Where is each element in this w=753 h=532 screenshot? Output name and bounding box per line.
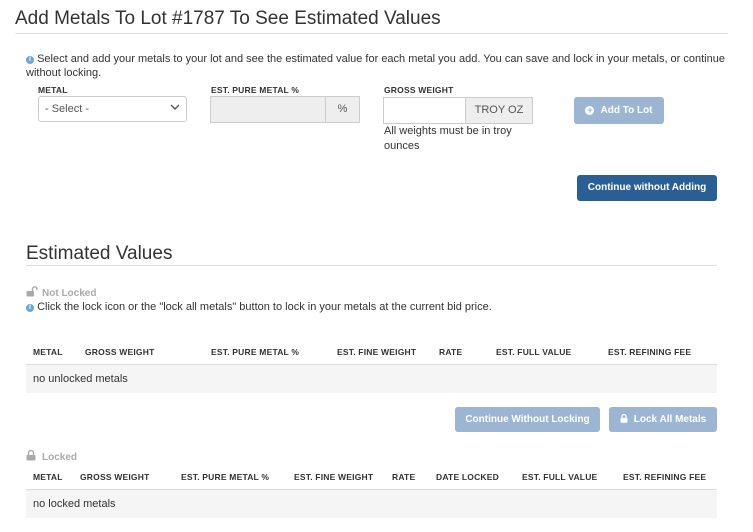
col-est-refining-fee: EST. REFINING FEE <box>623 472 707 482</box>
page-title: Add Metals To Lot #1787 To See Estimated… <box>15 8 441 29</box>
lock-note-text: Click the lock icon or the "lock all met… <box>37 301 492 313</box>
metal-select-value: - Select - <box>45 103 90 115</box>
estimated-divider <box>26 265 717 266</box>
locked-label: Locked <box>42 452 78 463</box>
title-divider <box>15 33 728 34</box>
add-to-lot-label: Add To Lot <box>600 105 653 116</box>
info-circle-icon: i <box>26 56 34 64</box>
estimated-values-title: Estimated Values <box>26 243 173 264</box>
intro-text: Select and add your metals to your lot a… <box>26 53 725 79</box>
col-est-full-value: EST. FULL VALUE <box>522 472 598 482</box>
col-est-pure-metal: EST. PURE METAL % <box>181 472 270 482</box>
continue-without-locking-button[interactable]: Continue Without Locking <box>455 407 600 432</box>
unlocked-empty-row: no unlocked metals <box>26 365 717 393</box>
continue-without-adding-button[interactable]: Continue without Adding <box>577 175 717 201</box>
unlock-icon[interactable] <box>26 286 38 297</box>
intro-text-block: i Select and add your metals to your lot… <box>26 52 726 80</box>
col-est-pure-metal: EST. PURE METAL % <box>211 347 300 357</box>
gross-weight-input[interactable] <box>383 97 466 124</box>
lock-icon <box>26 449 36 461</box>
metal-label: METAL <box>38 85 68 95</box>
col-est-refining-fee: EST. REFINING FEE <box>608 347 692 357</box>
col-date-locked: DATE LOCKED <box>436 472 499 482</box>
col-metal: METAL <box>33 347 63 357</box>
col-est-fine-weight: EST. FINE WEIGHT <box>337 347 417 357</box>
add-to-lot-button[interactable]: + Add To Lot <box>574 97 664 124</box>
col-metal: METAL <box>33 472 63 482</box>
pure-metal-label: EST. PURE METAL % <box>211 85 300 95</box>
weight-help-text: All weights must be in troy ounces <box>384 125 512 152</box>
percent-addon: % <box>325 96 360 123</box>
pure-metal-input <box>210 96 325 123</box>
troy-oz-addon: TROY OZ <box>465 97 533 124</box>
col-rate: RATE <box>439 347 463 357</box>
locked-status: Locked <box>26 449 78 463</box>
lock-all-metals-label: Lock All Metals <box>633 414 707 425</box>
not-locked-label: Not Locked <box>42 288 97 299</box>
col-est-fine-weight: EST. FINE WEIGHT <box>294 472 374 482</box>
col-gross-weight: GROSS WEIGHT <box>85 347 155 357</box>
col-rate: RATE <box>392 472 416 482</box>
lock-icon <box>620 413 628 423</box>
lock-note-block: i Click the lock icon or the "lock all m… <box>26 301 492 313</box>
col-gross-weight: GROSS WEIGHT <box>80 472 150 482</box>
metal-select[interactable]: - Select - <box>38 96 187 122</box>
not-locked-status: Not Locked <box>26 286 96 299</box>
plus-circle-icon: + <box>585 105 595 115</box>
lock-all-metals-button[interactable]: Lock All Metals <box>609 407 717 432</box>
chevron-down-icon <box>170 104 180 110</box>
col-est-full-value: EST. FULL VALUE <box>496 347 572 357</box>
locked-empty-row: no locked metals <box>26 490 717 518</box>
info-circle-icon: i <box>26 304 34 312</box>
gross-weight-label: GROSS WEIGHT <box>384 85 454 95</box>
